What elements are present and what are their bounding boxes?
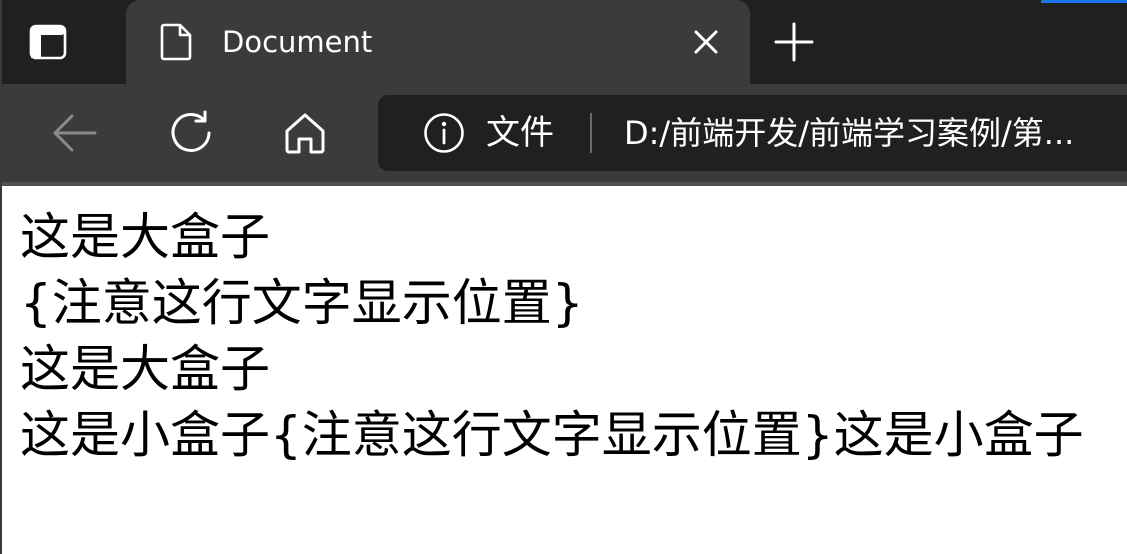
- accent-line: [1041, 0, 1127, 3]
- content-line: 这是小盒子{注意这行文字显示位置}这是小盒子: [20, 406, 1084, 464]
- tab-actions-button[interactable]: [24, 18, 72, 66]
- home-button[interactable]: [276, 104, 334, 162]
- site-info-button[interactable]: [422, 111, 466, 155]
- toolbar: 文件 D:/前端开发/前端学习案例/第...: [2, 84, 1127, 182]
- document-icon: [156, 22, 196, 62]
- tab-close-button[interactable]: [686, 22, 726, 62]
- address-separator: [590, 113, 592, 153]
- site-security-label[interactable]: 文件: [486, 112, 554, 154]
- back-button[interactable]: [46, 104, 104, 162]
- tab-title: Document: [222, 25, 373, 59]
- toolbar-divider: [2, 182, 1127, 186]
- address-bar[interactable]: 文件 D:/前端开发/前端学习案例/第...: [378, 95, 1127, 171]
- close-icon: [694, 30, 718, 54]
- url-text[interactable]: D:/前端开发/前端学习案例/第...: [624, 112, 1127, 154]
- tab-document[interactable]: Document: [126, 0, 750, 84]
- content-line: {注意这行文字显示位置}: [20, 274, 584, 332]
- home-icon: [285, 113, 325, 154]
- info-icon: [424, 113, 464, 153]
- page-content: 这是大盒子 {注意这行文字显示位置} 这是大盒子 这是小盒子{注意这行文字显示位…: [20, 204, 1110, 468]
- content-line: 这是大盒子: [20, 340, 270, 398]
- content-line: 这是大盒子: [20, 208, 270, 266]
- tab-strip: Document: [2, 0, 1127, 84]
- plus-icon: [774, 22, 814, 62]
- tab-actions-icon: [29, 24, 67, 60]
- arrow-left-icon: [53, 114, 97, 152]
- reload-icon: [171, 110, 211, 152]
- browser-window: Document 文件 D:/前端开发/前端学习案例/第... 这是大盒子 {注…: [0, 0, 1127, 554]
- reload-button[interactable]: [162, 104, 220, 162]
- new-tab-button[interactable]: [770, 18, 818, 66]
